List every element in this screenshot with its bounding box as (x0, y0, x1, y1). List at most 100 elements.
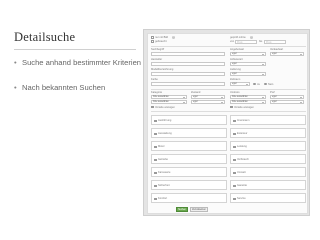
title-underline (14, 49, 136, 50)
help-icon[interactable]: ? (172, 36, 175, 39)
card-checkbox[interactable] (154, 171, 157, 175)
card-checkbox[interactable] (154, 132, 157, 136)
card-label: Service (237, 197, 246, 201)
left-advantages-label: Vorteile anzeigen (155, 105, 175, 109)
card-label: Garantie (237, 184, 247, 188)
right-advantages-label: Vorteile anzeigen (234, 105, 254, 109)
model-input[interactable] (151, 72, 225, 76)
offer-type-select[interactable]: egal (230, 52, 266, 56)
criteria-card[interactable]: Ausstattung (151, 128, 227, 138)
right-advantages-checkbox[interactable] (230, 105, 233, 109)
no-radio[interactable] (264, 82, 267, 86)
section-divider (151, 111, 306, 112)
used-label: gebraucht (155, 40, 167, 43)
bullet-known-searches: Nach bekannten Suchen (14, 83, 146, 93)
card-checkbox[interactable] (233, 145, 236, 149)
subcategory-select[interactable]: bitte auswählen (151, 100, 187, 104)
category-label: Kategorie (151, 91, 163, 94)
criteria-card[interactable]: Umwelt (230, 167, 306, 177)
card-checkbox[interactable] (233, 171, 236, 175)
reset-button[interactable]: Zurücksetzen (190, 207, 208, 212)
card-checkbox[interactable] (233, 158, 236, 162)
criteria-card[interactable]: Innenraum (230, 115, 306, 125)
card-checkbox[interactable] (154, 197, 157, 201)
card-label: Innenraum (237, 119, 250, 123)
card-label: Umwelt (237, 171, 246, 175)
search-term-label: Suchbegriff (151, 48, 165, 51)
price-to-label: bis (259, 40, 263, 43)
search-term-input[interactable] (151, 52, 225, 56)
card-label: Ausstattung (158, 132, 172, 136)
seller-type-select[interactable]: egal (230, 62, 266, 66)
criteria-card[interactable]: Komfort (151, 193, 227, 203)
search-button[interactable]: Suchen (176, 207, 188, 212)
region-detail-select[interactable]: egal (270, 100, 304, 104)
criteria-card[interactable]: Verbrauch (230, 154, 306, 164)
zip-select[interactable]: egal (270, 95, 304, 99)
category-select[interactable]: bitte auswählen (151, 95, 187, 99)
slide-title: Detailsuche (14, 30, 76, 44)
zip-label: PLZ (270, 91, 275, 94)
card-checkbox[interactable] (233, 197, 236, 201)
with-image-label: nur mit Bild (155, 36, 168, 39)
criteria-card[interactable]: Leistung (230, 141, 306, 151)
price-to-placeholder: Preis (266, 40, 272, 44)
radius-label: Umkreis (230, 91, 240, 94)
used-checkbox[interactable] (151, 40, 154, 43)
yes-label: Ja (257, 82, 260, 86)
period-select[interactable]: egal (230, 82, 250, 86)
card-checkbox[interactable] (233, 184, 236, 188)
card-checkbox[interactable] (154, 184, 157, 188)
card-label: Sicherheit (158, 184, 170, 188)
sale-type-label: Verkaufsart (270, 48, 284, 51)
bullet-list: Suche anhand bestimmter Kriterien Nach b… (14, 58, 146, 107)
search-form-panel: nur mit Bild ? gebraucht geprüft online … (147, 33, 308, 214)
offer-type-label: Angebotsart (230, 48, 244, 51)
left-advantages-checkbox[interactable] (151, 105, 154, 109)
period-label: Zeitraum (230, 78, 241, 81)
price-to-input[interactable]: Preis (264, 39, 286, 44)
criteria-card[interactable]: Karosserie (151, 167, 227, 177)
region-select[interactable]: bitte auswählen (230, 100, 266, 104)
section-divider (151, 46, 306, 47)
card-label: Exterieur (237, 132, 248, 136)
delivery-select[interactable]: egal (230, 72, 266, 76)
card-label: Karosserie (158, 171, 171, 175)
criteria-card[interactable]: Motor (151, 141, 227, 151)
condition-select[interactable]: egal (191, 95, 225, 99)
criteria-card[interactable]: Getriebe (151, 154, 227, 164)
criteria-card[interactable]: Ausführung (151, 115, 227, 125)
model-label: Modellbezeichnung (151, 68, 174, 71)
card-checkbox[interactable] (154, 119, 157, 123)
no-label: Nein (268, 82, 274, 86)
price-from-placeholder: Preis (237, 40, 243, 44)
card-label: Motor (158, 145, 165, 149)
seller-type-label: Anbieterart (230, 58, 243, 61)
manufacturer-input[interactable] (151, 62, 225, 66)
criteria-card[interactable]: Garantie (230, 180, 306, 190)
color-input[interactable] (151, 82, 225, 86)
criteria-card[interactable]: Exterieur (230, 128, 306, 138)
color-label: Farbe (151, 78, 158, 81)
price-from-input[interactable]: Preis (235, 39, 257, 44)
card-checkbox[interactable] (154, 145, 157, 149)
price-from-label: von (230, 40, 235, 43)
condition-label: Zustand (191, 91, 201, 94)
yes-radio[interactable] (253, 82, 256, 86)
bullet-criteria: Suche anhand bestimmter Kriterien (14, 58, 146, 68)
radius-select[interactable]: bitte auswählen (230, 95, 266, 99)
card-label: Leistung (237, 145, 247, 149)
section-divider (151, 89, 306, 90)
card-label: Getriebe (158, 158, 168, 162)
card-checkbox[interactable] (154, 158, 157, 162)
card-label: Verbrauch (237, 158, 249, 162)
subcondition-select[interactable]: egal (191, 100, 225, 104)
card-checkbox[interactable] (233, 119, 236, 123)
manufacturer-label: Hersteller (151, 58, 163, 61)
card-checkbox[interactable] (233, 132, 236, 136)
with-image-checkbox[interactable] (151, 36, 154, 39)
delivery-label: Lieferung (230, 68, 241, 71)
criteria-card[interactable]: Sicherheit (151, 180, 227, 190)
sale-type-select[interactable]: egal (270, 52, 304, 56)
criteria-card[interactable]: Service (230, 193, 306, 203)
